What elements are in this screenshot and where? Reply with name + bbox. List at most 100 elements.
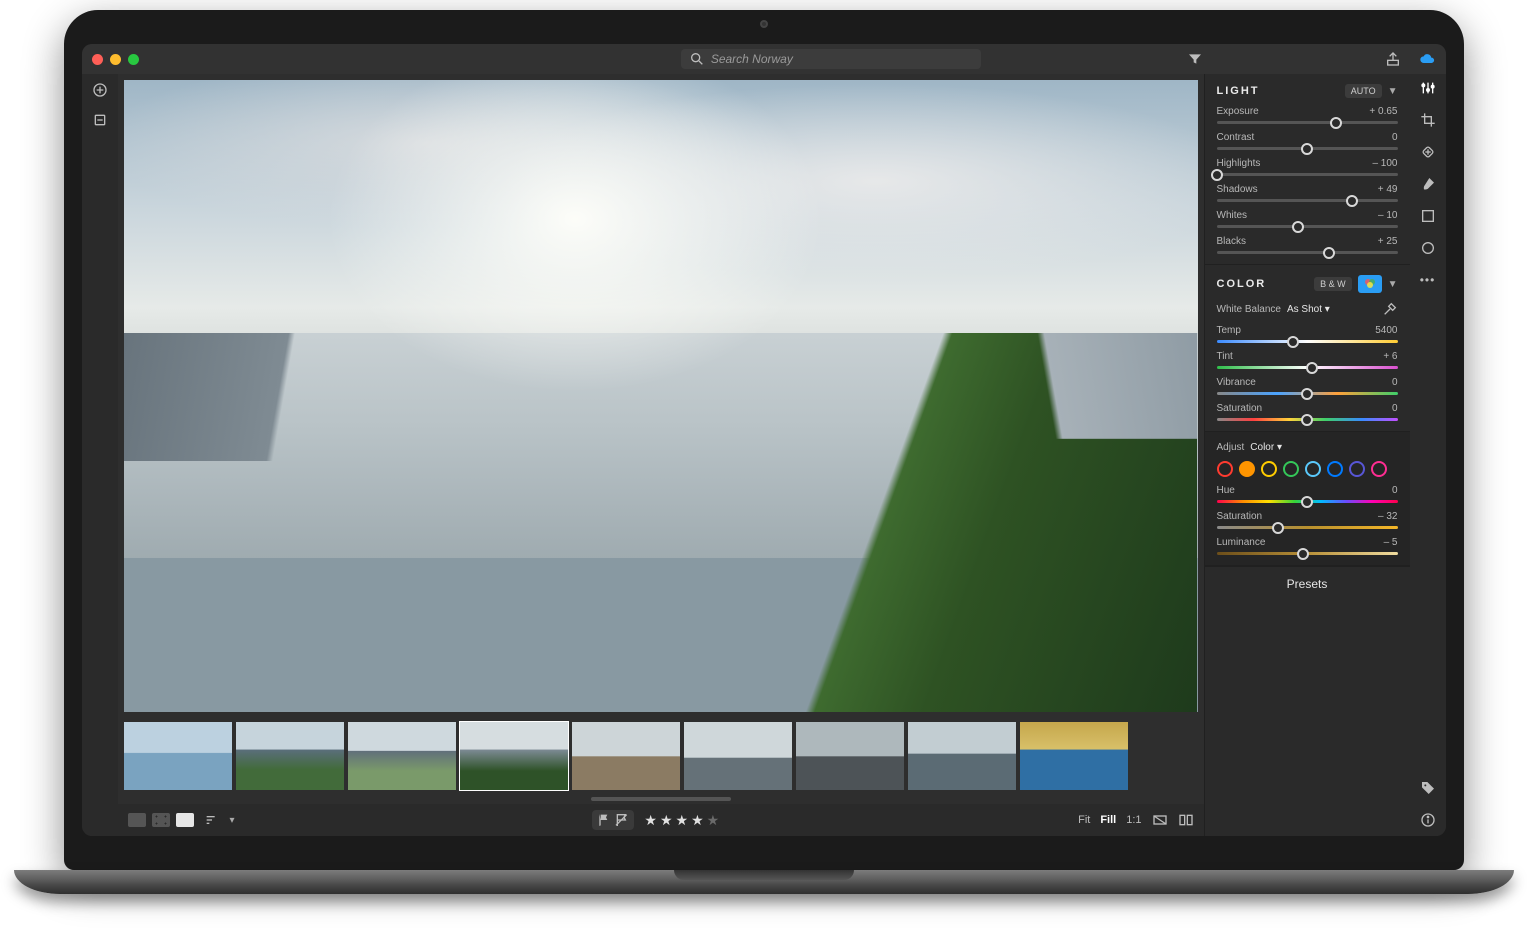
color-swatch[interactable]: [1239, 461, 1255, 477]
brush-icon[interactable]: [1420, 176, 1436, 192]
star-icon[interactable]: ★: [660, 812, 674, 829]
grid-view-button[interactable]: [128, 813, 146, 827]
wb-value[interactable]: As Shot ▾: [1287, 304, 1330, 315]
filmstrip-scrollbar[interactable]: [118, 794, 1204, 804]
color-chevron-icon[interactable]: ▼: [1388, 279, 1398, 290]
color-mixer-section: Adjust Color ▾ Hue0 Saturation– 32: [1205, 432, 1410, 566]
exposure-slider[interactable]: Exposure+ 0.65: [1217, 106, 1398, 124]
main-photo: [124, 80, 1198, 712]
auto-button[interactable]: AUTO: [1345, 84, 1382, 98]
filter-icon[interactable]: [1187, 51, 1203, 67]
wb-label: White Balance: [1217, 304, 1281, 315]
whites-slider[interactable]: Whites– 10: [1217, 210, 1398, 228]
image-viewer[interactable]: [124, 80, 1198, 712]
blacks-slider[interactable]: Blacks+ 25: [1217, 236, 1398, 254]
zoom-fill-button[interactable]: Fill: [1100, 814, 1116, 826]
thumbnail[interactable]: [124, 722, 232, 790]
thumbnail[interactable]: [908, 722, 1016, 790]
info-icon[interactable]: [1420, 812, 1436, 828]
close-window-button[interactable]: [92, 54, 103, 65]
bw-button[interactable]: B & W: [1314, 277, 1352, 291]
light-chevron-icon[interactable]: ▼: [1388, 86, 1398, 97]
compare-icon[interactable]: [1178, 812, 1194, 828]
thumbnail[interactable]: [796, 722, 904, 790]
zoom-1to1-button[interactable]: 1:1: [1126, 814, 1141, 826]
cloud-sync-icon[interactable]: [1419, 51, 1435, 67]
fullscreen-window-button[interactable]: [128, 54, 139, 65]
thumbnail[interactable]: [572, 722, 680, 790]
contrast-slider[interactable]: Contrast0: [1217, 132, 1398, 150]
light-title: LIGHT: [1217, 85, 1260, 97]
shadows-slider[interactable]: Shadows+ 49: [1217, 184, 1398, 202]
color-section: COLOR B & W ▼ White Balance As: [1205, 265, 1410, 432]
light-section: LIGHT AUTO ▼ Exposure+ 0.65 Contrast0: [1205, 74, 1410, 265]
search-icon: [689, 51, 705, 67]
color-swatch[interactable]: [1261, 461, 1277, 477]
square-grid-view-button[interactable]: [152, 813, 170, 827]
saturation-slider[interactable]: Saturation0: [1217, 403, 1398, 421]
eyedropper-icon[interactable]: [1382, 301, 1398, 317]
color-swatch[interactable]: [1283, 461, 1299, 477]
star-icon[interactable]: ★: [707, 812, 721, 829]
tool-rail: •••: [1410, 74, 1446, 836]
color-saturation-slider[interactable]: Saturation– 32: [1217, 511, 1398, 529]
color-swatch[interactable]: [1349, 461, 1365, 477]
view-mode-group: [128, 813, 194, 827]
search-input[interactable]: Search Norway: [681, 49, 981, 69]
more-icon[interactable]: •••: [1420, 272, 1436, 288]
sort-icon[interactable]: [204, 812, 220, 828]
highlights-slider[interactable]: Highlights– 100: [1217, 158, 1398, 176]
thumbnail[interactable]: [348, 722, 456, 790]
color-swatches: [1217, 461, 1398, 477]
edit-panel: LIGHT AUTO ▼ Exposure+ 0.65 Contrast0: [1204, 74, 1410, 836]
show-original-icon[interactable]: [1152, 812, 1168, 828]
color-swatch[interactable]: [1305, 461, 1321, 477]
color-swatch[interactable]: [1327, 461, 1343, 477]
zoom-group: Fit Fill 1:1: [1078, 812, 1193, 828]
filmstrip: [118, 718, 1204, 794]
tint-slider[interactable]: Tint+ 6: [1217, 351, 1398, 369]
star-icon[interactable]: ★: [676, 812, 690, 829]
radial-gradient-icon[interactable]: [1420, 240, 1436, 256]
collapse-panel-icon[interactable]: [92, 112, 108, 128]
star-icon[interactable]: ★: [644, 812, 658, 829]
thumbnail[interactable]: [1020, 722, 1128, 790]
thumbnail[interactable]: [684, 722, 792, 790]
app-window: Search Norway: [82, 44, 1446, 836]
detail-view-button[interactable]: [176, 813, 194, 827]
center-area: ▾ ★ ★ ★: [118, 74, 1204, 836]
rating-stars[interactable]: ★ ★ ★ ★ ★: [644, 812, 720, 829]
search-placeholder: Search Norway: [711, 52, 793, 66]
luminance-slider[interactable]: Luminance– 5: [1217, 537, 1398, 555]
window-controls: [92, 54, 139, 65]
flag-reject-icon[interactable]: [614, 812, 630, 828]
tag-icon[interactable]: [1420, 780, 1436, 796]
linear-gradient-icon[interactable]: [1420, 208, 1436, 224]
edit-sliders-icon[interactable]: [1420, 80, 1436, 96]
camera-dot: [760, 20, 768, 28]
presets-button[interactable]: Presets: [1205, 566, 1410, 601]
thumbnail-selected[interactable]: [460, 722, 568, 790]
add-photos-icon[interactable]: [92, 82, 108, 98]
zoom-fit-button[interactable]: Fit: [1078, 814, 1090, 826]
vibrance-slider[interactable]: Vibrance0: [1217, 377, 1398, 395]
share-icon[interactable]: [1385, 51, 1401, 67]
minimize-window-button[interactable]: [110, 54, 121, 65]
sort-chevron-icon[interactable]: ▾: [230, 815, 235, 826]
adjust-mode-dropdown[interactable]: Color ▾: [1250, 442, 1282, 453]
color-swatch[interactable]: [1371, 461, 1387, 477]
flag-group: [592, 810, 634, 830]
hue-slider[interactable]: Hue0: [1217, 485, 1398, 503]
color-swatch[interactable]: [1217, 461, 1233, 477]
thumbnail[interactable]: [236, 722, 344, 790]
bottom-bar: ▾ ★ ★ ★: [118, 804, 1204, 836]
temp-slider[interactable]: Temp5400: [1217, 325, 1398, 343]
crop-icon[interactable]: [1420, 112, 1436, 128]
laptop-base: [14, 870, 1514, 894]
flag-pick-icon[interactable]: [596, 812, 612, 828]
adjust-label: Adjust: [1217, 442, 1245, 453]
star-icon[interactable]: ★: [691, 812, 705, 829]
color-profile-button[interactable]: [1358, 275, 1382, 293]
left-rail: [82, 74, 118, 836]
healing-brush-icon[interactable]: [1420, 144, 1436, 160]
